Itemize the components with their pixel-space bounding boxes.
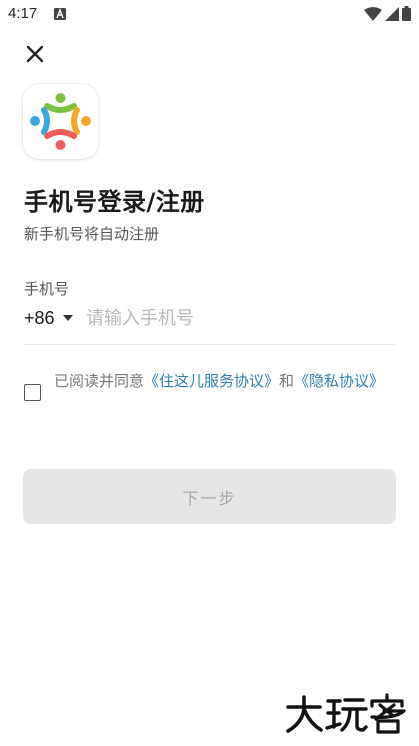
app-logo-mark (30, 93, 91, 150)
status-bar: 4:17 (0, 0, 419, 30)
agree-checkbox[interactable] (24, 384, 41, 401)
agreement-prefix: 已阅读并同意 (54, 372, 145, 390)
country-code-text: +86 (24, 307, 55, 328)
watermark-logo (286, 693, 406, 734)
app-logo (23, 84, 98, 159)
signal-icon (385, 6, 399, 21)
phone-input[interactable] (86, 303, 391, 333)
next-button[interactable]: 下一步 (23, 469, 396, 524)
country-code-selector[interactable]: +86 (24, 307, 73, 329)
service-agreement-link[interactable]: 《住这儿服务协议》 (144, 372, 279, 390)
page-title: 手机号登录/注册 (24, 188, 205, 216)
status-icons (364, 6, 411, 21)
input-divider (24, 344, 395, 345)
agreement-conjunction: 和 (279, 372, 295, 390)
close-icon[interactable] (22, 41, 48, 67)
wifi-icon (364, 6, 382, 21)
caret-down-icon (62, 315, 73, 321)
phone-label: 手机号 (24, 280, 70, 298)
status-time: 4:17 (8, 5, 38, 22)
privacy-agreement-link[interactable]: 《隐私协议》 (294, 372, 384, 390)
agreement-text: 已阅读并同意《住这儿服务协议》和《隐私协议》 (54, 370, 389, 393)
page-subtitle: 新手机号将自动注册 (24, 225, 160, 243)
battery-icon (402, 6, 411, 21)
a-box-icon (54, 8, 66, 20)
